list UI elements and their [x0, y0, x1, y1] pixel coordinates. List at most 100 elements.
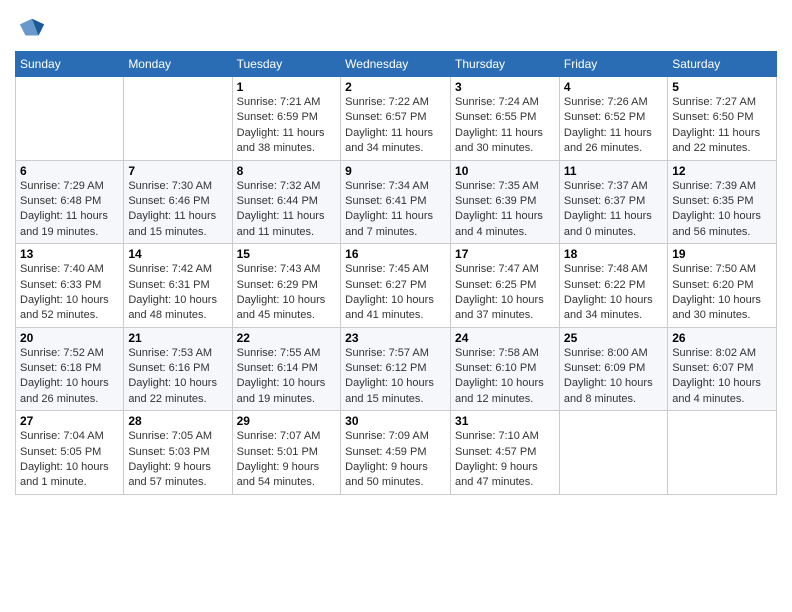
- day-number: 14: [128, 247, 227, 261]
- calendar-cell: 21Sunrise: 7:53 AM Sunset: 6:16 PM Dayli…: [124, 327, 232, 411]
- calendar-cell: 2Sunrise: 7:22 AM Sunset: 6:57 PM Daylig…: [341, 77, 451, 161]
- calendar-cell: [16, 77, 124, 161]
- weekday-header-thursday: Thursday: [451, 52, 560, 77]
- day-number: 25: [564, 331, 663, 345]
- calendar-cell: 31Sunrise: 7:10 AM Sunset: 4:57 PM Dayli…: [451, 411, 560, 495]
- day-number: 20: [20, 331, 119, 345]
- day-info: Sunrise: 7:40 AM Sunset: 6:33 PM Dayligh…: [20, 262, 119, 324]
- day-info: Sunrise: 7:48 AM Sunset: 6:22 PM Dayligh…: [564, 262, 663, 324]
- day-info: Sunrise: 7:29 AM Sunset: 6:48 PM Dayligh…: [20, 179, 119, 241]
- header: [15, 10, 777, 43]
- calendar-week-row: 6Sunrise: 7:29 AM Sunset: 6:48 PM Daylig…: [16, 160, 777, 244]
- logo-icon: [18, 15, 46, 43]
- calendar-cell: 22Sunrise: 7:55 AM Sunset: 6:14 PM Dayli…: [232, 327, 341, 411]
- calendar-header-row: SundayMondayTuesdayWednesdayThursdayFrid…: [16, 52, 777, 77]
- day-info: Sunrise: 7:10 AM Sunset: 4:57 PM Dayligh…: [455, 429, 555, 491]
- day-number: 13: [20, 247, 119, 261]
- calendar-cell: 1Sunrise: 7:21 AM Sunset: 6:59 PM Daylig…: [232, 77, 341, 161]
- weekday-header-friday: Friday: [559, 52, 667, 77]
- calendar-cell: 11Sunrise: 7:37 AM Sunset: 6:37 PM Dayli…: [559, 160, 667, 244]
- calendar-cell: 4Sunrise: 7:26 AM Sunset: 6:52 PM Daylig…: [559, 77, 667, 161]
- day-info: Sunrise: 7:58 AM Sunset: 6:10 PM Dayligh…: [455, 346, 555, 408]
- calendar-cell: [124, 77, 232, 161]
- page: SundayMondayTuesdayWednesdayThursdayFrid…: [0, 0, 792, 612]
- weekday-header-wednesday: Wednesday: [341, 52, 451, 77]
- day-number: 30: [345, 414, 446, 428]
- calendar-cell: 30Sunrise: 7:09 AM Sunset: 4:59 PM Dayli…: [341, 411, 451, 495]
- calendar-cell: 25Sunrise: 8:00 AM Sunset: 6:09 PM Dayli…: [559, 327, 667, 411]
- day-number: 31: [455, 414, 555, 428]
- calendar-cell: 16Sunrise: 7:45 AM Sunset: 6:27 PM Dayli…: [341, 244, 451, 328]
- day-number: 19: [672, 247, 772, 261]
- day-info: Sunrise: 7:32 AM Sunset: 6:44 PM Dayligh…: [237, 179, 337, 241]
- calendar-week-row: 1Sunrise: 7:21 AM Sunset: 6:59 PM Daylig…: [16, 77, 777, 161]
- calendar-cell: 29Sunrise: 7:07 AM Sunset: 5:01 PM Dayli…: [232, 411, 341, 495]
- calendar-cell: 12Sunrise: 7:39 AM Sunset: 6:35 PM Dayli…: [668, 160, 777, 244]
- day-info: Sunrise: 7:45 AM Sunset: 6:27 PM Dayligh…: [345, 262, 446, 324]
- calendar-cell: 9Sunrise: 7:34 AM Sunset: 6:41 PM Daylig…: [341, 160, 451, 244]
- calendar-cell: 10Sunrise: 7:35 AM Sunset: 6:39 PM Dayli…: [451, 160, 560, 244]
- calendar-cell: 3Sunrise: 7:24 AM Sunset: 6:55 PM Daylig…: [451, 77, 560, 161]
- calendar-cell: 8Sunrise: 7:32 AM Sunset: 6:44 PM Daylig…: [232, 160, 341, 244]
- day-number: 26: [672, 331, 772, 345]
- calendar-cell: [559, 411, 667, 495]
- calendar-cell: 28Sunrise: 7:05 AM Sunset: 5:03 PM Dayli…: [124, 411, 232, 495]
- calendar-cell: 23Sunrise: 7:57 AM Sunset: 6:12 PM Dayli…: [341, 327, 451, 411]
- day-number: 5: [672, 80, 772, 94]
- day-number: 23: [345, 331, 446, 345]
- calendar-cell: 19Sunrise: 7:50 AM Sunset: 6:20 PM Dayli…: [668, 244, 777, 328]
- day-info: Sunrise: 7:37 AM Sunset: 6:37 PM Dayligh…: [564, 179, 663, 241]
- weekday-header-sunday: Sunday: [16, 52, 124, 77]
- day-info: Sunrise: 8:02 AM Sunset: 6:07 PM Dayligh…: [672, 346, 772, 408]
- day-info: Sunrise: 7:47 AM Sunset: 6:25 PM Dayligh…: [455, 262, 555, 324]
- day-info: Sunrise: 7:27 AM Sunset: 6:50 PM Dayligh…: [672, 95, 772, 157]
- day-info: Sunrise: 7:30 AM Sunset: 6:46 PM Dayligh…: [128, 179, 227, 241]
- day-info: Sunrise: 7:35 AM Sunset: 6:39 PM Dayligh…: [455, 179, 555, 241]
- day-info: Sunrise: 7:39 AM Sunset: 6:35 PM Dayligh…: [672, 179, 772, 241]
- day-info: Sunrise: 7:24 AM Sunset: 6:55 PM Dayligh…: [455, 95, 555, 157]
- calendar-cell: 6Sunrise: 7:29 AM Sunset: 6:48 PM Daylig…: [16, 160, 124, 244]
- day-number: 3: [455, 80, 555, 94]
- day-number: 7: [128, 164, 227, 178]
- day-info: Sunrise: 7:09 AM Sunset: 4:59 PM Dayligh…: [345, 429, 446, 491]
- calendar-cell: 14Sunrise: 7:42 AM Sunset: 6:31 PM Dayli…: [124, 244, 232, 328]
- day-info: Sunrise: 7:57 AM Sunset: 6:12 PM Dayligh…: [345, 346, 446, 408]
- calendar-cell: 15Sunrise: 7:43 AM Sunset: 6:29 PM Dayli…: [232, 244, 341, 328]
- day-info: Sunrise: 7:34 AM Sunset: 6:41 PM Dayligh…: [345, 179, 446, 241]
- calendar-cell: [668, 411, 777, 495]
- weekday-header-saturday: Saturday: [668, 52, 777, 77]
- day-number: 2: [345, 80, 446, 94]
- day-number: 12: [672, 164, 772, 178]
- day-number: 1: [237, 80, 337, 94]
- calendar-week-row: 20Sunrise: 7:52 AM Sunset: 6:18 PM Dayli…: [16, 327, 777, 411]
- day-info: Sunrise: 7:42 AM Sunset: 6:31 PM Dayligh…: [128, 262, 227, 324]
- day-number: 10: [455, 164, 555, 178]
- day-info: Sunrise: 7:43 AM Sunset: 6:29 PM Dayligh…: [237, 262, 337, 324]
- day-number: 18: [564, 247, 663, 261]
- day-info: Sunrise: 7:04 AM Sunset: 5:05 PM Dayligh…: [20, 429, 119, 491]
- day-number: 28: [128, 414, 227, 428]
- day-info: Sunrise: 8:00 AM Sunset: 6:09 PM Dayligh…: [564, 346, 663, 408]
- day-number: 24: [455, 331, 555, 345]
- calendar-cell: 18Sunrise: 7:48 AM Sunset: 6:22 PM Dayli…: [559, 244, 667, 328]
- day-number: 17: [455, 247, 555, 261]
- calendar-table: SundayMondayTuesdayWednesdayThursdayFrid…: [15, 51, 777, 495]
- calendar-week-row: 13Sunrise: 7:40 AM Sunset: 6:33 PM Dayli…: [16, 244, 777, 328]
- weekday-header-monday: Monday: [124, 52, 232, 77]
- day-number: 21: [128, 331, 227, 345]
- day-info: Sunrise: 7:05 AM Sunset: 5:03 PM Dayligh…: [128, 429, 227, 491]
- day-number: 9: [345, 164, 446, 178]
- day-number: 27: [20, 414, 119, 428]
- day-number: 15: [237, 247, 337, 261]
- day-info: Sunrise: 7:53 AM Sunset: 6:16 PM Dayligh…: [128, 346, 227, 408]
- day-number: 22: [237, 331, 337, 345]
- day-info: Sunrise: 7:21 AM Sunset: 6:59 PM Dayligh…: [237, 95, 337, 157]
- day-number: 6: [20, 164, 119, 178]
- calendar-cell: 27Sunrise: 7:04 AM Sunset: 5:05 PM Dayli…: [16, 411, 124, 495]
- calendar-cell: 13Sunrise: 7:40 AM Sunset: 6:33 PM Dayli…: [16, 244, 124, 328]
- weekday-header-tuesday: Tuesday: [232, 52, 341, 77]
- day-number: 8: [237, 164, 337, 178]
- day-info: Sunrise: 7:52 AM Sunset: 6:18 PM Dayligh…: [20, 346, 119, 408]
- day-info: Sunrise: 7:07 AM Sunset: 5:01 PM Dayligh…: [237, 429, 337, 491]
- day-number: 4: [564, 80, 663, 94]
